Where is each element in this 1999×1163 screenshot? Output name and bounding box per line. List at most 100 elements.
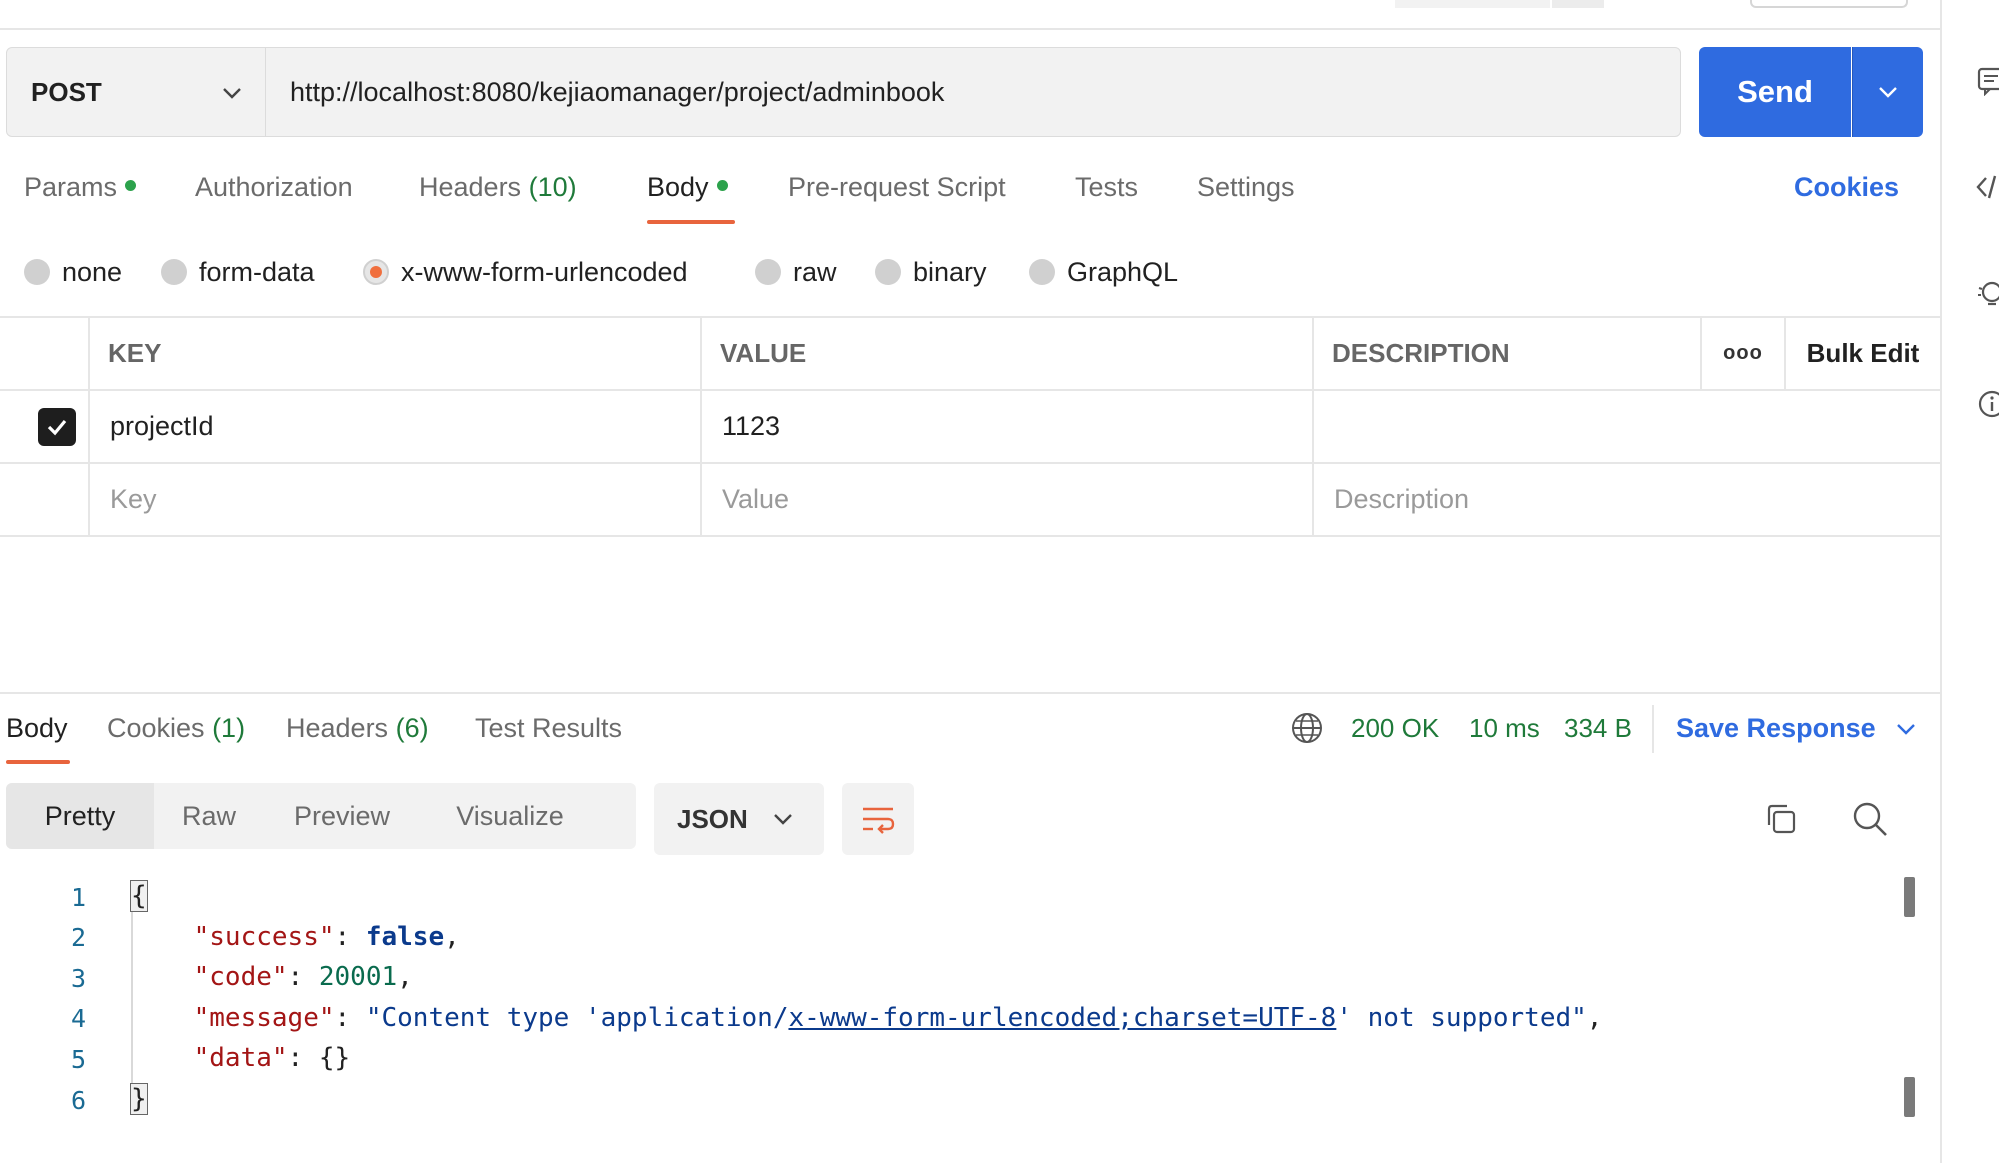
table-row-empty: Key Value Description bbox=[0, 464, 1940, 537]
send-button[interactable]: Send bbox=[1699, 47, 1851, 137]
right-sidebar bbox=[1940, 0, 1999, 1163]
tab-tests[interactable]: Tests bbox=[1075, 172, 1138, 212]
top-button-stub[interactable] bbox=[1750, 0, 1908, 8]
line-number: 6 bbox=[70, 1086, 86, 1115]
radio-button bbox=[1029, 259, 1055, 285]
code-line[interactable]: "success": false, bbox=[131, 922, 460, 952]
url-text: http://localhost:8080/kejiaomanager/proj… bbox=[290, 76, 945, 107]
chevron-down-icon bbox=[774, 814, 792, 825]
body-type-label: none bbox=[62, 256, 123, 287]
response-tab-test-results[interactable]: Test Results bbox=[475, 713, 622, 744]
code-line[interactable]: } bbox=[130, 1083, 148, 1115]
wrap-lines-button[interactable] bbox=[842, 783, 914, 855]
new-key-input[interactable]: Key bbox=[110, 484, 157, 515]
save-response-button[interactable]: Save Response bbox=[1676, 713, 1917, 744]
response-tab-headers-count: (6) bbox=[395, 713, 429, 743]
response-tab-headers-label: Headers bbox=[286, 713, 389, 743]
radio-button bbox=[875, 259, 901, 285]
view-raw-button[interactable]: Raw bbox=[154, 783, 264, 849]
globe-icon[interactable] bbox=[1290, 711, 1324, 745]
json-value: ' not supported" bbox=[1336, 1003, 1587, 1033]
tab-body[interactable]: Body bbox=[647, 172, 728, 212]
send-options-button[interactable] bbox=[1852, 47, 1923, 137]
info-icon[interactable] bbox=[1976, 389, 1999, 419]
bulk-edit-button[interactable]: Bulk Edit bbox=[1807, 338, 1920, 369]
tab-authorization[interactable]: Authorization bbox=[195, 172, 353, 212]
code-icon[interactable] bbox=[1976, 172, 1999, 202]
param-value-input[interactable]: 1123 bbox=[722, 411, 780, 442]
response-size[interactable]: 334 B bbox=[1564, 713, 1632, 744]
row-enabled-checkbox[interactable] bbox=[38, 407, 76, 446]
response-tab-cookies-count: (1) bbox=[212, 713, 246, 743]
body-type-binary[interactable]: binary bbox=[875, 255, 987, 289]
json-value: false bbox=[365, 922, 445, 952]
status-separator bbox=[1652, 705, 1654, 753]
json-value-link[interactable]: x-www-form-urlencoded;charset=UTF-8 bbox=[788, 1003, 1336, 1033]
body-indicator-dot bbox=[716, 180, 728, 192]
lightbulb-icon[interactable] bbox=[1976, 280, 1999, 310]
tab-headers-label: Headers bbox=[419, 172, 522, 202]
json-key: "data" bbox=[193, 1043, 288, 1073]
view-mode-group: Pretty Raw Preview Visualize bbox=[6, 783, 636, 849]
chevron-down-icon bbox=[1879, 87, 1897, 98]
body-type-raw[interactable]: raw bbox=[755, 255, 837, 289]
check-icon bbox=[47, 419, 67, 435]
line-number: 5 bbox=[70, 1045, 86, 1074]
table-header-row: KEY VALUE DESCRIPTION ooo Bulk Edit bbox=[0, 318, 1940, 391]
description-column-header: DESCRIPTION bbox=[1332, 338, 1510, 368]
response-tab-body[interactable]: Body bbox=[6, 713, 68, 744]
format-select[interactable]: JSON bbox=[654, 783, 824, 855]
view-pretty-button[interactable]: Pretty bbox=[6, 783, 154, 849]
wrap-lines-icon bbox=[863, 807, 895, 834]
top-strip bbox=[0, 0, 1940, 30]
response-tab-cookies[interactable]: Cookies (1) bbox=[107, 713, 245, 744]
cookies-link[interactable]: Cookies bbox=[1794, 172, 1899, 203]
response-time[interactable]: 10 ms bbox=[1469, 713, 1540, 744]
code-line[interactable]: "data": {} bbox=[131, 1043, 351, 1073]
tab-params-label: Params bbox=[24, 172, 118, 202]
tab-pre-request-script[interactable]: Pre-request Script bbox=[788, 172, 1006, 212]
body-type-none[interactable]: none bbox=[24, 255, 122, 289]
tab-settings[interactable]: Settings bbox=[1197, 172, 1295, 212]
param-key-input[interactable]: projectId bbox=[110, 411, 214, 442]
body-type-graphql[interactable]: GraphQL bbox=[1029, 255, 1178, 289]
active-tab-indicator bbox=[647, 220, 735, 224]
table-row: projectId 1123 bbox=[0, 391, 1940, 464]
view-visualize-button[interactable]: Visualize bbox=[420, 783, 600, 849]
response-divider[interactable] bbox=[0, 692, 1940, 694]
status-code[interactable]: 200 OK bbox=[1351, 713, 1439, 744]
indent-guide bbox=[131, 880, 133, 1112]
more-options-button[interactable]: ooo bbox=[1723, 342, 1763, 365]
code-line[interactable]: { bbox=[130, 880, 148, 912]
scrollbar-thumb[interactable] bbox=[1904, 1077, 1915, 1117]
top-tab-stub[interactable] bbox=[1395, 0, 1550, 8]
radio-button-selected bbox=[363, 259, 389, 285]
view-preview-button[interactable]: Preview bbox=[264, 783, 420, 849]
scrollbar-thumb[interactable] bbox=[1904, 877, 1915, 917]
copy-icon[interactable] bbox=[1763, 801, 1799, 837]
response-tab-headers[interactable]: Headers (6) bbox=[286, 713, 429, 744]
search-icon[interactable] bbox=[1851, 800, 1889, 838]
line-number: 3 bbox=[70, 964, 86, 993]
comments-icon[interactable] bbox=[1976, 66, 1999, 96]
method-select[interactable]: POST bbox=[6, 47, 266, 137]
line-number: 4 bbox=[70, 1004, 86, 1033]
json-value: {} bbox=[318, 1043, 351, 1073]
value-column-header: VALUE bbox=[720, 338, 807, 368]
code-line[interactable]: "message": "Content type 'application/x-… bbox=[131, 1003, 1603, 1033]
top-tab-stub[interactable] bbox=[1552, 0, 1604, 8]
radio-button bbox=[161, 259, 187, 285]
response-tab-cookies-label: Cookies bbox=[107, 713, 205, 743]
body-type-label: binary bbox=[913, 256, 987, 287]
tab-params[interactable]: Params bbox=[24, 172, 137, 212]
line-number: 1 bbox=[70, 883, 86, 912]
body-type-urlencoded[interactable]: x-www-form-urlencoded bbox=[363, 255, 688, 289]
new-value-input[interactable]: Value bbox=[722, 484, 789, 515]
tab-headers[interactable]: Headers (10) bbox=[419, 172, 577, 212]
new-description-input[interactable]: Description bbox=[1334, 484, 1469, 515]
body-type-label: raw bbox=[793, 256, 837, 287]
code-line[interactable]: "code": 20001, bbox=[131, 962, 413, 992]
url-input[interactable]: http://localhost:8080/kejiaomanager/proj… bbox=[265, 47, 1681, 137]
params-table: KEY VALUE DESCRIPTION ooo Bulk Edit proj… bbox=[0, 316, 1940, 537]
body-type-form-data[interactable]: form-data bbox=[161, 255, 315, 289]
